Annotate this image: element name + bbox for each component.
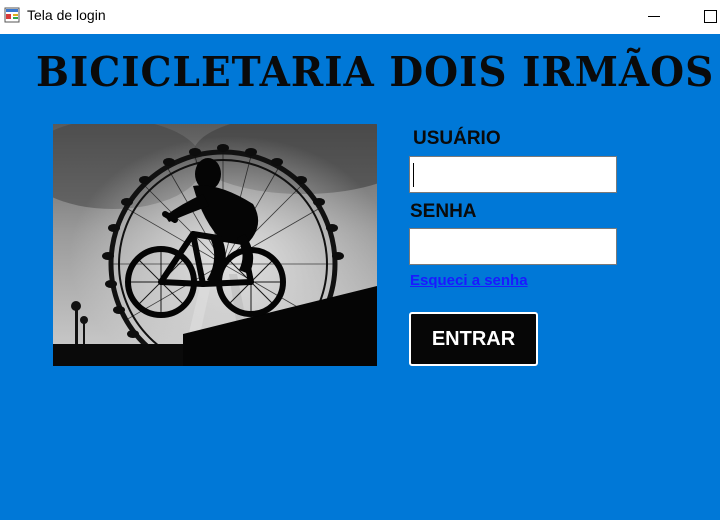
password-label: SENHA xyxy=(410,201,477,222)
app-icon xyxy=(4,7,20,23)
text-cursor xyxy=(413,163,414,187)
login-button[interactable]: ENTRAR xyxy=(409,312,538,366)
hero-photo xyxy=(53,124,377,366)
forgot-password-link[interactable]: Esqueci a senha xyxy=(410,272,528,289)
minimize-button[interactable] xyxy=(640,0,670,34)
username-label: USUÁRIO xyxy=(413,128,501,149)
window-titlebar: Tela de login xyxy=(0,0,720,34)
username-input[interactable] xyxy=(409,156,617,193)
maximize-button[interactable] xyxy=(696,0,720,34)
store-title: BICICLETARIA DOIS IRMÃOS xyxy=(36,48,715,97)
window-title: Tela de login xyxy=(27,7,106,23)
password-input[interactable] xyxy=(409,228,617,265)
